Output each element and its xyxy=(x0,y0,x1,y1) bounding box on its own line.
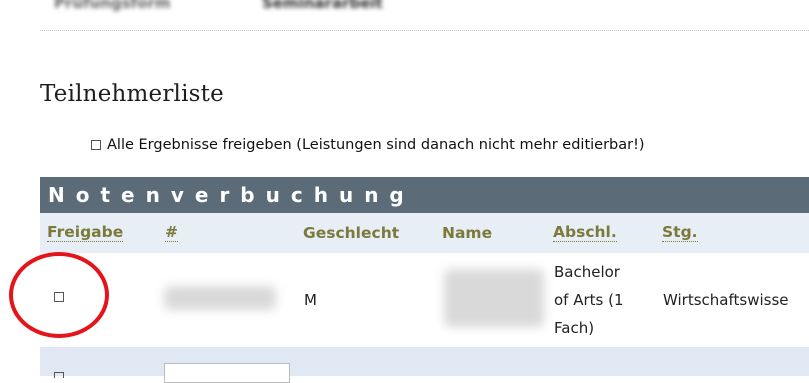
table-row: M Bachelor of Arts (1 Fach) Wirtschaftsw… xyxy=(40,253,809,347)
column-header-name: Name xyxy=(442,224,493,242)
table-row xyxy=(40,347,809,383)
release-all-label: Alle Ergebnisse freigeben (Leistungen si… xyxy=(107,137,645,153)
column-header-row: Freigabe # Geschlecht Name Abschl. Stg. xyxy=(40,213,809,253)
column-header-abschluss[interactable]: Abschl. xyxy=(553,224,617,242)
degree-cell-line-3: Fach) xyxy=(554,319,595,337)
checkbox-icon[interactable] xyxy=(91,140,101,150)
degree-cell-line-2: of Arts (1 xyxy=(554,291,624,309)
participant-number-input[interactable] xyxy=(164,363,290,383)
release-checkbox[interactable] xyxy=(54,372,64,378)
study-program-cell: Wirtschaftswisse xyxy=(663,291,789,309)
page-title: Teilnehmerliste xyxy=(40,81,224,107)
release-all-checkbox[interactable]: Alle Ergebnisse freigeben (Leistungen si… xyxy=(91,137,645,153)
gender-cell: M xyxy=(304,291,317,309)
exam-type-label: Prüfungsform xyxy=(54,0,171,12)
participant-name-redacted xyxy=(444,269,544,327)
column-header-number[interactable]: # xyxy=(165,224,178,242)
grid-title: Notenverbuchung xyxy=(40,177,809,213)
exam-type-row: Prüfungsform Seminararbeit xyxy=(40,0,809,31)
degree-cell-line-1: Bachelor xyxy=(554,263,620,281)
participant-number-redacted xyxy=(164,286,276,310)
exam-type-value: Seminararbeit xyxy=(262,0,383,12)
column-header-geschlecht: Geschlecht xyxy=(303,224,400,242)
column-header-studiengang[interactable]: Stg. xyxy=(662,224,698,242)
release-checkbox[interactable] xyxy=(54,292,64,302)
column-header-freigabe[interactable]: Freigabe xyxy=(47,224,124,242)
